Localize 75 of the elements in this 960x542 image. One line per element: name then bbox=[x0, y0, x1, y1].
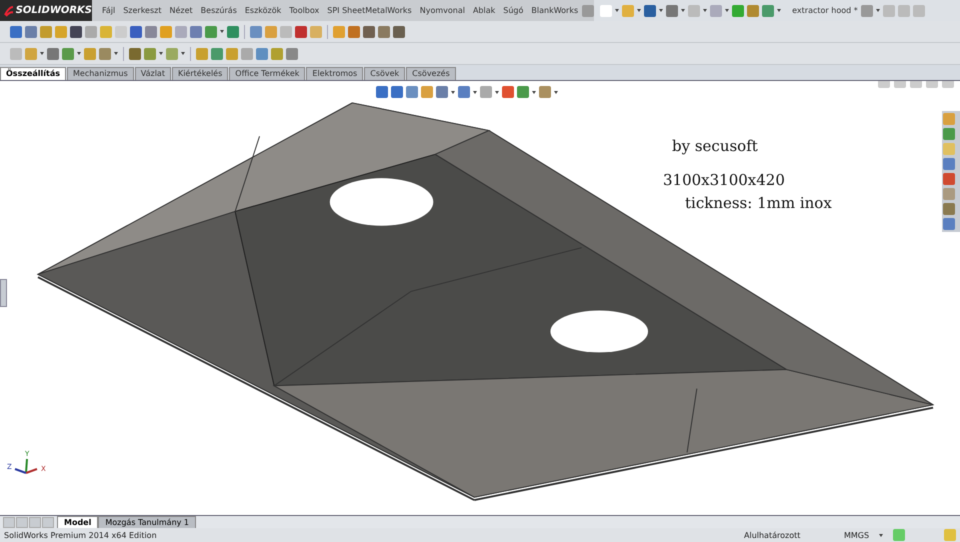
bottom-tab[interactable]: Model bbox=[57, 516, 98, 528]
toolbar-tool-icon[interactable] bbox=[378, 26, 390, 38]
command-tab[interactable]: Kiértékelés bbox=[172, 67, 228, 80]
menu-item[interactable]: Toolbox bbox=[285, 6, 324, 15]
task-pane-icon[interactable] bbox=[943, 128, 955, 140]
menu-item[interactable]: Szerkeszt bbox=[119, 6, 166, 15]
toolbar-tool-icon[interactable] bbox=[295, 26, 307, 38]
dropdown-caret-icon[interactable] bbox=[637, 9, 642, 12]
scroll-arrow-button[interactable] bbox=[3, 516, 15, 528]
logo-text: SOLIDWORKS bbox=[16, 5, 92, 16]
dropdown-caret-icon[interactable] bbox=[495, 90, 499, 94]
toolbar-tool-icon[interactable] bbox=[130, 26, 142, 38]
toolbar-tool-icon[interactable] bbox=[363, 26, 375, 38]
dropdown-caret-icon[interactable] bbox=[876, 9, 880, 12]
dropdown-caret-icon[interactable] bbox=[451, 90, 455, 94]
command-tab[interactable]: Office Termékek bbox=[229, 67, 306, 80]
task-pane-icon[interactable] bbox=[943, 113, 955, 125]
caret-icon[interactable] bbox=[879, 534, 884, 536]
menu-item[interactable]: Beszúrás bbox=[196, 6, 241, 15]
bottom-tab[interactable]: Mozgás Tanulmány 1 bbox=[98, 516, 196, 528]
dropdown-caret-icon[interactable] bbox=[220, 30, 224, 33]
command-tab[interactable]: Csövezés bbox=[406, 67, 456, 80]
units-text[interactable]: MMGS bbox=[844, 530, 870, 540]
dropdown-caret-icon[interactable] bbox=[532, 90, 536, 94]
task-pane-icon[interactable] bbox=[943, 158, 955, 170]
scroll-arrow-button[interactable] bbox=[29, 516, 41, 528]
menu-item[interactable]: Eszközök bbox=[240, 6, 286, 15]
toolbar-tool-icon[interactable] bbox=[47, 48, 59, 60]
menu-item[interactable]: Súgó bbox=[499, 6, 528, 15]
task-pane-icon[interactable] bbox=[943, 173, 955, 185]
dropdown-caret-icon[interactable] bbox=[40, 52, 44, 55]
dropdown-caret-icon[interactable] bbox=[554, 90, 558, 94]
task-pane-icon[interactable] bbox=[943, 218, 955, 230]
edition-text: SolidWorks Premium 2014 x64 Edition bbox=[4, 530, 158, 540]
toolbar-tool-icon[interactable] bbox=[70, 26, 82, 38]
menu-item[interactable]: BlankWorks bbox=[527, 6, 582, 15]
command-tab[interactable]: Vázlat bbox=[134, 67, 171, 80]
command-tab[interactable]: Mechanizmus bbox=[67, 67, 134, 80]
task-pane-icon[interactable] bbox=[943, 188, 955, 200]
toolbar-tool-icon[interactable] bbox=[25, 26, 37, 38]
command-tab[interactable]: Összeállítás bbox=[0, 67, 66, 80]
annotation-text: tickness: 1mm inox bbox=[685, 194, 832, 212]
command-tab[interactable]: Elektromos bbox=[306, 67, 364, 80]
toolbar-tool-icon[interactable] bbox=[644, 4, 656, 16]
toolbar-tool-icon[interactable] bbox=[129, 48, 141, 60]
dropdown-caret-icon[interactable] bbox=[181, 52, 185, 55]
logo-mark-icon bbox=[4, 4, 13, 16]
panel-handle[interactable] bbox=[0, 279, 7, 307]
axis-triad-drawing bbox=[14, 458, 38, 474]
annotation-text: 3100x3100x420 bbox=[663, 171, 785, 189]
dropdown-caret-icon[interactable] bbox=[777, 9, 782, 12]
dropdown-caret-icon[interactable] bbox=[159, 52, 163, 55]
dropdown-caret-icon[interactable] bbox=[77, 52, 81, 55]
dropdown-caret-icon[interactable] bbox=[681, 9, 686, 12]
dropdown-caret-icon[interactable] bbox=[703, 9, 708, 12]
status-text: Alulhatározott bbox=[744, 530, 802, 540]
annotation-text: by secusoft bbox=[672, 137, 758, 155]
dropdown-caret-icon[interactable] bbox=[473, 90, 477, 94]
dropdown-caret-icon[interactable] bbox=[659, 9, 664, 12]
dropdown-caret-icon[interactable] bbox=[114, 52, 118, 55]
menu-item[interactable]: Nézet bbox=[165, 6, 197, 15]
menu-item[interactable]: Nyomvonal bbox=[416, 6, 469, 15]
menu-item[interactable]: Fájl bbox=[98, 6, 120, 15]
toolbar-tool-icon[interactable] bbox=[10, 26, 22, 38]
dropdown-caret-icon[interactable] bbox=[615, 9, 620, 12]
menu-item[interactable]: Ablak bbox=[468, 6, 500, 15]
toolbar-tool-icon[interactable] bbox=[393, 26, 405, 38]
scroll-arrow-button[interactable] bbox=[42, 516, 54, 528]
dropdown-caret-icon[interactable] bbox=[725, 9, 730, 12]
task-pane-icon[interactable] bbox=[943, 203, 955, 215]
menu-item[interactable]: SPI SheetMetalWorks bbox=[323, 6, 416, 15]
scroll-arrow-button[interactable] bbox=[16, 516, 28, 528]
toolbar-tool-icon[interactable] bbox=[666, 4, 678, 16]
command-tab[interactable]: Csövek bbox=[364, 67, 406, 80]
document-title: extractor hood * bbox=[792, 6, 858, 15]
